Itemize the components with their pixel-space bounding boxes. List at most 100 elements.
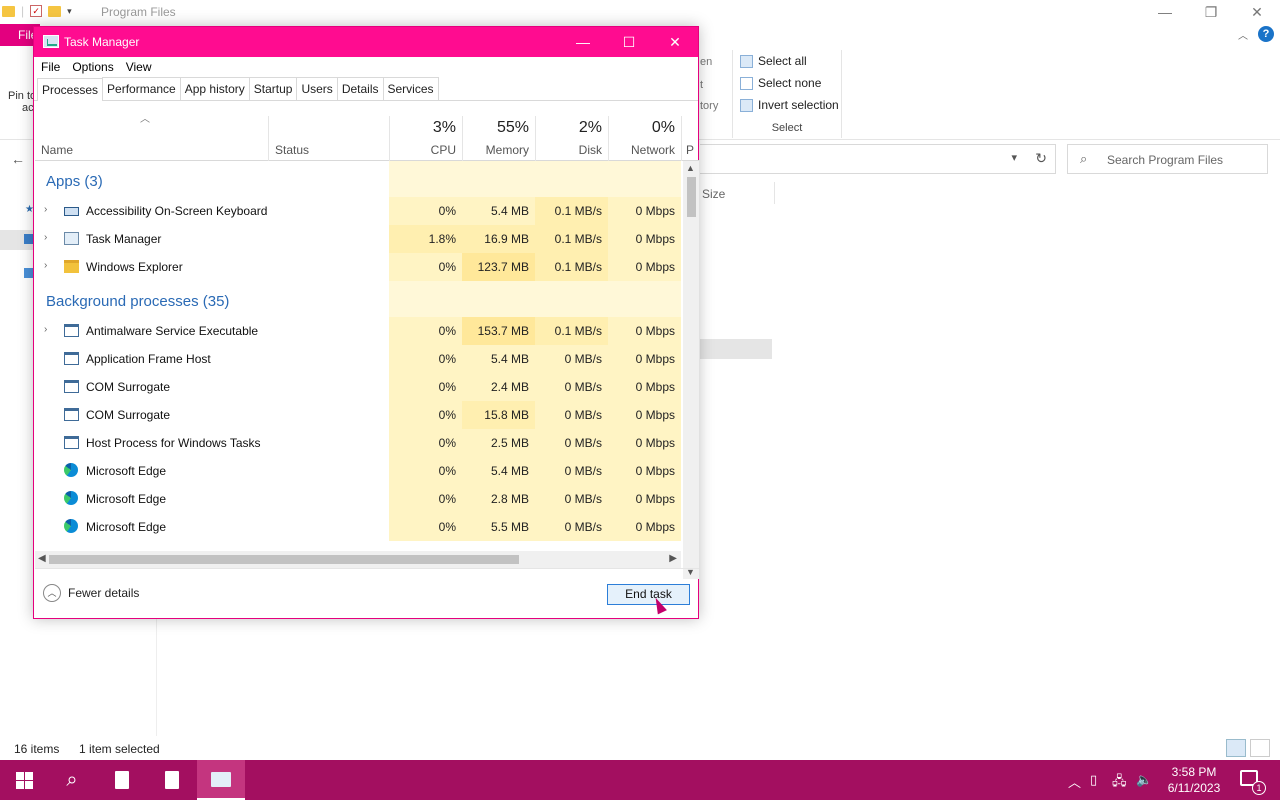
pin-to-quick-access-label[interactable]: Pin to (8, 90, 36, 102)
select-none-button[interactable]: Select none (733, 72, 841, 94)
process-row[interactable]: › Accessibility On-Screen Keyboard 0% 5.4 M… (35, 197, 683, 225)
clock[interactable]: 3:58 PM 6/11/2023 (1164, 764, 1224, 796)
search-input[interactable]: ⌕ Search Program Files (1067, 144, 1268, 174)
tab-performance[interactable]: Performance (102, 77, 181, 100)
end-task-button[interactable]: End task (607, 584, 690, 605)
memory-cell: 123.7 MB (462, 253, 535, 281)
process-row[interactable]: › Windows Explorer 0% 123.7 MB 0.1 MB/s 0 Mbp… (35, 253, 683, 281)
menu-view[interactable]: View (126, 60, 158, 74)
network-icon[interactable]: 🖧 (1112, 772, 1127, 794)
cpu-cell: 1.8% (389, 225, 462, 253)
process-row[interactable]: Microsoft Edge 0% 5.4 MB 0 MB/s 0 Mbps (35, 457, 683, 485)
process-name: Microsoft Edge (86, 520, 167, 534)
expand-chevron-icon[interactable]: › (44, 204, 47, 215)
column-header-power[interactable]: P (681, 116, 699, 161)
process-name: Host Process for Windows Tasks (86, 436, 261, 450)
select-none-icon (740, 76, 753, 90)
task-manager-icon (64, 232, 79, 245)
scroll-left-icon[interactable]: ◀ (38, 553, 46, 564)
tab-processes[interactable]: Processes (37, 78, 104, 101)
menu-options[interactable]: Options (72, 60, 119, 74)
column-header-memory[interactable]: 55% Memory (462, 116, 535, 161)
process-row[interactable]: COM Surrogate 0% 2.4 MB 0 MB/s 0 Mbps (35, 373, 683, 401)
process-name: COM Surrogate (86, 408, 171, 422)
minimize-icon[interactable]: — (560, 27, 606, 57)
tab-services[interactable]: Services (382, 77, 439, 100)
network-cell: 0 Mbps (608, 401, 681, 429)
refresh-icon[interactable]: ↻ (1035, 150, 1047, 167)
process-row[interactable]: › Task Manager 1.8% 16.9 MB 0.1 MB/s 0 Mbps (35, 225, 683, 253)
volume-muted-icon[interactable]: 🔈 (1136, 772, 1152, 788)
memory-cell: 5.5 MB (462, 513, 535, 541)
process-row[interactable]: Application Frame Host 0% 5.4 MB 0 MB/s 0 Mb… (35, 345, 683, 373)
tab-startup[interactable]: Startup (248, 77, 298, 100)
process-row[interactable]: Microsoft Edge 0% 2.8 MB 0 MB/s 0 Mbps (35, 485, 683, 513)
tab-users[interactable]: Users (296, 77, 338, 100)
task-manager-window: Task Manager — ☐ ✕ File Options View Pro… (33, 26, 699, 619)
search-taskbar-button[interactable]: ⌕ (48, 760, 96, 800)
column-header-cpu[interactable]: 3% CPU (389, 116, 462, 161)
start-button[interactable] (0, 760, 48, 800)
new-folder-icon[interactable] (48, 5, 62, 17)
expand-chevron-icon[interactable]: › (44, 324, 47, 335)
column-header-network[interactable]: 0% Network (608, 116, 681, 161)
column-headers: ︿ Name Status 3% CPU 55% Memory 2% Disk … (35, 114, 699, 161)
details-view-icon[interactable] (1226, 739, 1246, 757)
group-apps: Apps (3) (35, 161, 683, 197)
restore-icon[interactable]: ❐ (1188, 0, 1234, 24)
explorer-statusbar: 16 items 1 item selected (0, 738, 1280, 760)
vertical-scrollbar[interactable]: ▲ ▼ (683, 161, 699, 579)
expand-chevron-icon[interactable]: › (44, 260, 47, 271)
cpu-cell: 0% (389, 317, 462, 345)
show-hidden-icons-icon[interactable]: ︿ (1068, 772, 1081, 791)
column-header-size[interactable]: Size (702, 187, 725, 201)
taskbar-app-document-1[interactable] (98, 760, 146, 800)
document-icon (165, 771, 179, 789)
chevron-up-icon[interactable]: ︿ (1238, 27, 1248, 42)
expand-chevron-icon[interactable]: › (44, 232, 47, 243)
close-icon[interactable]: ✕ (652, 27, 698, 57)
menu-file[interactable]: File (41, 60, 66, 74)
tab-details[interactable]: Details (336, 77, 384, 100)
cpu-cell: 0% (389, 513, 462, 541)
disk-cell: 0 MB/s (535, 513, 608, 541)
process-row[interactable]: › Antimalware Service Executable 0% 153.7 M… (35, 317, 683, 345)
select-all-button[interactable]: Select all (733, 50, 841, 72)
tablet-icon[interactable]: ▯ (1090, 772, 1097, 788)
customize-qat-icon[interactable]: ▾ (67, 6, 72, 17)
network-cell: 0 Mbps (608, 373, 681, 401)
back-arrow-icon[interactable]: ← (11, 151, 25, 167)
taskbar-app-task-manager[interactable] (197, 760, 245, 800)
selected-file-row[interactable] (700, 339, 772, 359)
scroll-thumb[interactable] (687, 177, 696, 217)
chevron-down-icon[interactable]: ▾ (1011, 151, 1017, 164)
close-icon[interactable]: ✕ (1234, 0, 1280, 24)
help-icon[interactable]: ? (1258, 26, 1274, 42)
select-all-icon (740, 54, 753, 68)
tab-app-history[interactable]: App history (179, 77, 250, 100)
memory-cell: 5.4 MB (462, 345, 535, 373)
process-row[interactable]: Microsoft Edge 0% 5.5 MB 0 MB/s 0 Mbps (35, 513, 683, 541)
select-group: Select all Select none Invert selection … (732, 50, 842, 138)
scroll-right-icon[interactable]: ▶ (669, 553, 677, 564)
invert-selection-button[interactable]: Invert selection (733, 94, 841, 116)
network-cell: 0 Mbps (608, 457, 681, 485)
horizontal-scrollbar[interactable]: ◀ ▶ (35, 551, 681, 568)
large-icons-view-icon[interactable] (1250, 739, 1270, 757)
taskbar-app-document-2[interactable] (148, 760, 196, 800)
process-name: COM Surrogate (86, 380, 171, 394)
properties-icon[interactable]: ✓ (30, 5, 43, 17)
maximize-icon[interactable]: ☐ (606, 27, 652, 57)
address-bar[interactable]: ▾ ↻ (700, 144, 1056, 174)
horizontal-scroll-thumb[interactable] (49, 555, 519, 564)
minimize-icon[interactable]: — (1142, 0, 1188, 24)
column-header-name[interactable]: Name (35, 116, 268, 161)
fewer-details-button[interactable]: ︿ Fewer details (43, 584, 139, 602)
column-header-disk[interactable]: 2% Disk (535, 116, 608, 161)
scroll-up-icon[interactable]: ▲ (686, 163, 695, 173)
process-row[interactable]: Host Process for Windows Tasks 0% 2.5 MB 0 … (35, 429, 683, 457)
task-manager-titlebar[interactable]: Task Manager — ☐ ✕ (34, 27, 698, 57)
column-header-status[interactable]: Status (268, 116, 389, 161)
chevron-up-circle-icon: ︿ (43, 584, 61, 602)
process-row[interactable]: COM Surrogate 0% 15.8 MB 0 MB/s 0 Mbps (35, 401, 683, 429)
